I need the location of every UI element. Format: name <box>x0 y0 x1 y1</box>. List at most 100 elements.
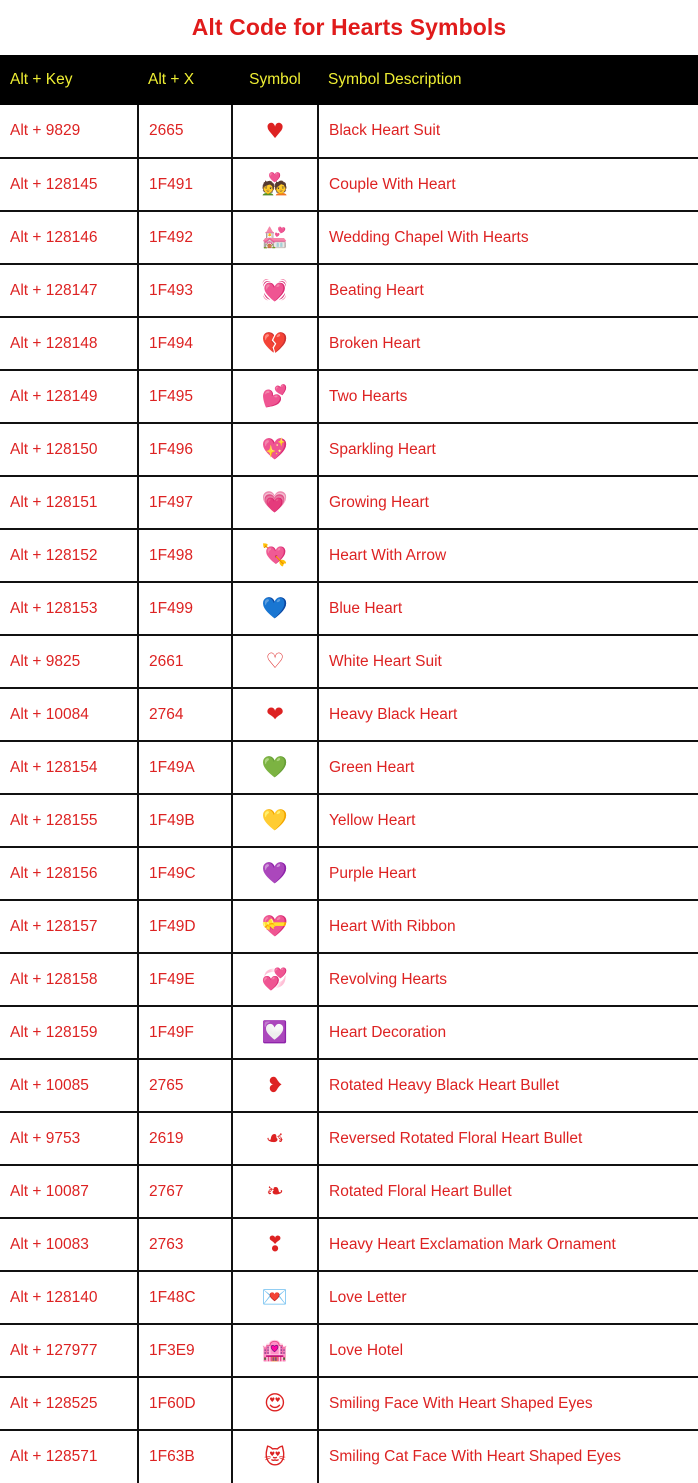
table-row: Alt + 128140 1F48C 💌 Love Letter <box>0 1270 698 1324</box>
cell-alt-x: 1F49F <box>138 1005 233 1059</box>
cell-alt-key: Alt + 128147 <box>0 263 139 317</box>
cell-alt-key: Alt + 9825 <box>0 634 139 688</box>
table-row: Alt + 128152 1F498 💘 Heart With Arrow <box>0 528 698 582</box>
table-row: Alt + 128146 1F492 💒 Wedding Chapel With He… <box>0 210 698 264</box>
cell-symbol-description: Couple With Heart <box>318 157 698 211</box>
cell-alt-x: 1F49D <box>138 899 233 953</box>
cell-alt-key: Alt + 128158 <box>0 952 139 1006</box>
table-row: Alt + 128155 1F49B 💛 Yellow Heart <box>0 793 698 847</box>
cell-alt-key: Alt + 128525 <box>0 1376 139 1430</box>
table-header: Alt + Key Alt + X Symbol Symbol Descript… <box>0 55 698 105</box>
table-row: Alt + 9829 2665 ♥ Black Heart Suit <box>0 105 698 158</box>
cell-symbol-description: Two Hearts <box>318 369 698 423</box>
cell-alt-x: 1F497 <box>138 475 233 529</box>
heavy-heart-exclamation-mark-ornament-symbol: ❣ <box>232 1217 319 1271</box>
heart-with-arrow-symbol: 💘 <box>232 528 319 582</box>
table-row: Alt + 128154 1F49A 💚 Green Heart <box>0 740 698 794</box>
cell-alt-x: 2764 <box>138 687 233 741</box>
cell-symbol-description: Heart With Ribbon <box>318 899 698 953</box>
cell-alt-key: Alt + 128156 <box>0 846 139 900</box>
cell-symbol-description: White Heart Suit <box>318 634 698 688</box>
two-hearts-symbol: 💕 <box>232 369 319 423</box>
cell-alt-x: 1F499 <box>138 581 233 635</box>
cell-alt-x: 1F63B <box>138 1429 233 1483</box>
alt-code-table: Alt + Key Alt + X Symbol Symbol Descript… <box>0 55 698 1483</box>
smiling-cat-face-with-heart-shaped-eyes-symbol: 😻 <box>232 1429 319 1483</box>
cell-alt-key: Alt + 128149 <box>0 369 139 423</box>
cell-alt-key: Alt + 10087 <box>0 1164 139 1218</box>
cell-alt-key: Alt + 128159 <box>0 1005 139 1059</box>
cell-alt-x: 1F493 <box>138 263 233 317</box>
cell-alt-x: 2767 <box>138 1164 233 1218</box>
cell-alt-x: 1F491 <box>138 157 233 211</box>
heart-decoration-symbol: 💟 <box>232 1005 319 1059</box>
cell-alt-x: 1F492 <box>138 210 233 264</box>
cell-symbol-description: Green Heart <box>318 740 698 794</box>
table-row: Alt + 128149 1F495 💕 Two Hearts <box>0 369 698 423</box>
table-row: Alt + 128147 1F493 💓 Beating Heart <box>0 263 698 317</box>
cell-alt-x: 2665 <box>138 105 233 158</box>
cell-alt-key: Alt + 128145 <box>0 157 139 211</box>
table-row: Alt + 128150 1F496 💖 Sparkling Heart <box>0 422 698 476</box>
column-header-alt-x: Alt + X <box>138 55 232 105</box>
cell-alt-key: Alt + 128155 <box>0 793 139 847</box>
header-row: Alt + Key Alt + X Symbol Symbol Descript… <box>0 55 698 105</box>
heart-with-ribbon-symbol: 💝 <box>232 899 319 953</box>
cell-symbol-description: Rotated Floral Heart Bullet <box>318 1164 698 1218</box>
smiling-face-with-heart-shaped-eyes-symbol: 😍 <box>232 1376 319 1430</box>
cell-alt-key: Alt + 128150 <box>0 422 139 476</box>
reversed-rotated-floral-heart-bullet-symbol: ☙ <box>232 1111 319 1165</box>
cell-alt-key: Alt + 128153 <box>0 581 139 635</box>
cell-alt-key: Alt + 9829 <box>0 105 139 158</box>
table-row: Alt + 10085 2765 ❥ Rotated Heavy Black Hear… <box>0 1058 698 1112</box>
table-row: Alt + 128148 1F494 💔 Broken Heart <box>0 316 698 370</box>
rotated-heavy-black-heart-bullet-symbol: ❥ <box>232 1058 319 1112</box>
table-row: Alt + 128159 1F49F 💟 Heart Decoration <box>0 1005 698 1059</box>
cell-alt-x: 2765 <box>138 1058 233 1112</box>
cell-alt-x: 1F49B <box>138 793 233 847</box>
cell-alt-x: 2763 <box>138 1217 233 1271</box>
cell-alt-x: 1F49E <box>138 952 233 1006</box>
cell-alt-key: Alt + 128151 <box>0 475 139 529</box>
purple-heart-symbol: 💜 <box>232 846 319 900</box>
table-row: Alt + 128153 1F499 💙 Blue Heart <box>0 581 698 635</box>
cell-symbol-description: Sparkling Heart <box>318 422 698 476</box>
cell-symbol-description: Smiling Face With Heart Shaped Eyes <box>318 1376 698 1430</box>
cell-alt-x: 1F494 <box>138 316 233 370</box>
table-row: Alt + 128525 1F60D 😍 Smiling Face With Hear… <box>0 1376 698 1430</box>
cell-alt-key: Alt + 10085 <box>0 1058 139 1112</box>
cell-alt-x: 1F48C <box>138 1270 233 1324</box>
cell-alt-key: Alt + 128154 <box>0 740 139 794</box>
cell-alt-x: 1F49C <box>138 846 233 900</box>
table-body: Alt + 9829 2665 ♥ Black Heart Suit Alt + 128… <box>0 105 698 1483</box>
cell-symbol-description: Purple Heart <box>318 846 698 900</box>
cell-symbol-description: Beating Heart <box>318 263 698 317</box>
blue-heart-symbol: 💙 <box>232 581 319 635</box>
cell-symbol-description: Reversed Rotated Floral Heart Bullet <box>318 1111 698 1165</box>
sparkling-heart-symbol: 💖 <box>232 422 319 476</box>
cell-alt-key: Alt + 128157 <box>0 899 139 953</box>
yellow-heart-symbol: 💛 <box>232 793 319 847</box>
column-header-symbol: Symbol <box>232 55 318 105</box>
couple-with-heart-symbol: 💑 <box>232 157 319 211</box>
rotated-floral-heart-bullet-symbol: ❧ <box>232 1164 319 1218</box>
cell-symbol-description: Smiling Cat Face With Heart Shaped Eyes <box>318 1429 698 1483</box>
cell-alt-x: 1F49A <box>138 740 233 794</box>
column-header-alt-key: Alt + Key <box>0 55 138 105</box>
wedding-chapel-with-hearts-symbol: 💒 <box>232 210 319 264</box>
cell-symbol-description: Revolving Hearts <box>318 952 698 1006</box>
table-row: Alt + 128145 1F491 💑 Couple With Heart <box>0 157 698 211</box>
cell-symbol-description: Heavy Heart Exclamation Mark Ornament <box>318 1217 698 1271</box>
table-row: Alt + 128151 1F497 💗 Growing Heart <box>0 475 698 529</box>
table-row: Alt + 9753 2619 ☙ Reversed Rotated Floral H… <box>0 1111 698 1165</box>
growing-heart-symbol: 💗 <box>232 475 319 529</box>
table-row: Alt + 10084 2764 ❤ Heavy Black Heart <box>0 687 698 741</box>
cell-alt-x: 2661 <box>138 634 233 688</box>
black-heart-suit-symbol: ♥ <box>232 105 319 158</box>
cell-symbol-description: Broken Heart <box>318 316 698 370</box>
love-letter-symbol: 💌 <box>232 1270 319 1324</box>
beating-heart-symbol: 💓 <box>232 263 319 317</box>
column-header-description: Symbol Description <box>318 55 698 105</box>
table-row: Alt + 128157 1F49D 💝 Heart With Ribbon <box>0 899 698 953</box>
cell-alt-x: 1F498 <box>138 528 233 582</box>
